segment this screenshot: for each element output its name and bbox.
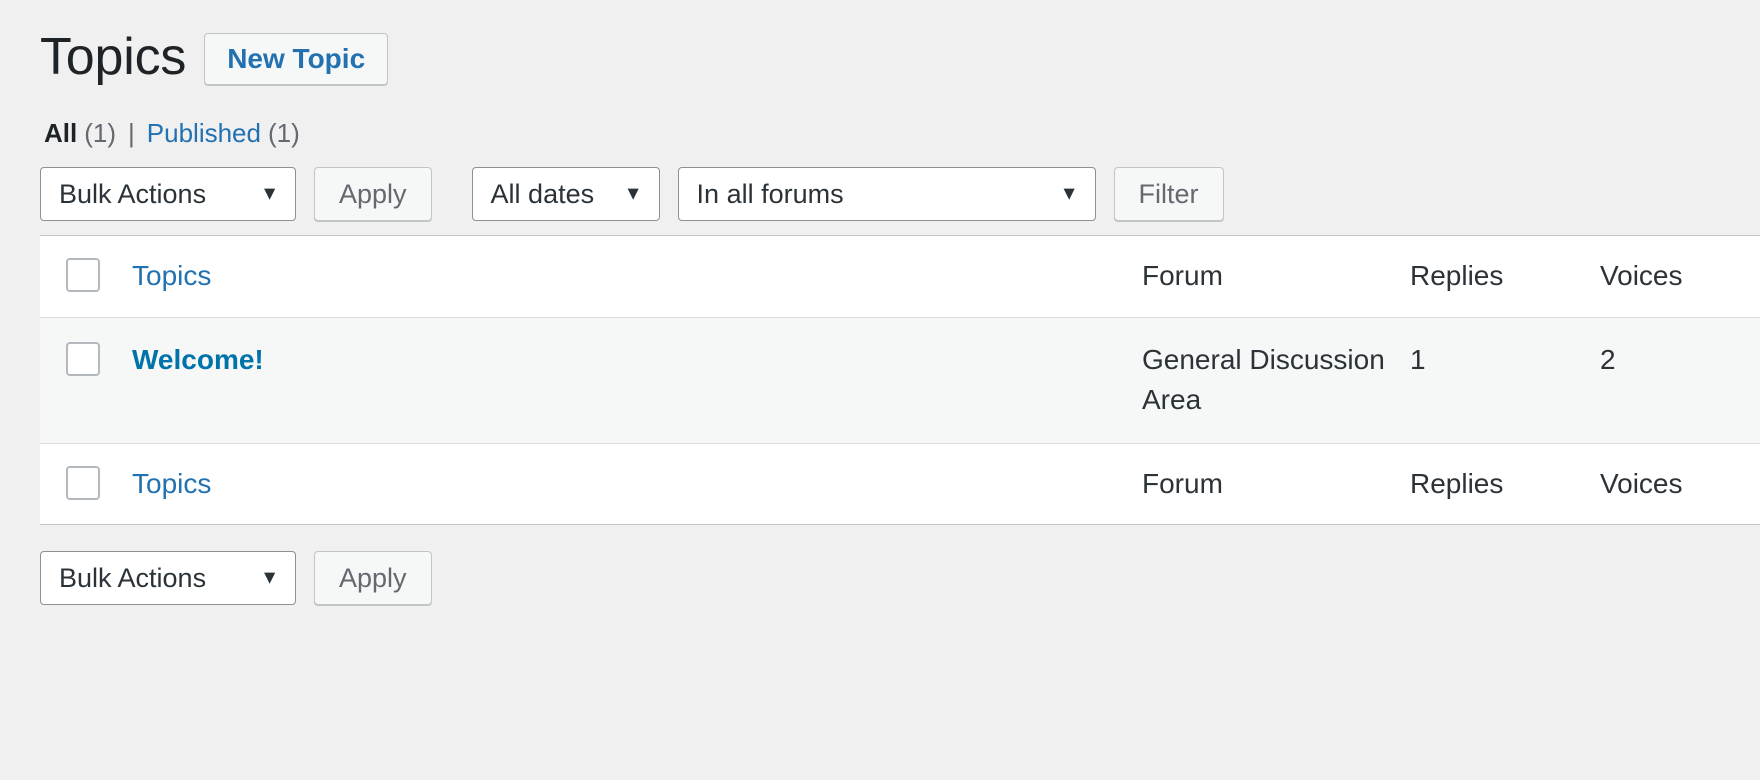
bulk-actions-select-top-value: Bulk Actions [59, 179, 206, 210]
table-header-row: Topics Forum Replies Voices [40, 236, 1760, 318]
column-header-replies: Replies [1410, 236, 1600, 318]
row-replies-cell: 1 [1410, 317, 1600, 443]
view-all-link[interactable]: All [44, 118, 77, 149]
column-footer-topics-link[interactable]: Topics [132, 468, 211, 499]
column-header-topics-link[interactable]: Topics [132, 260, 211, 291]
views-separator: | [128, 118, 135, 149]
tablenav-bottom: Bulk Actions ▼ Apply [0, 551, 1760, 605]
column-footer-forum: Forum [1142, 443, 1410, 525]
chevron-down-icon: ▼ [260, 185, 279, 204]
bulk-actions-select-bottom-value: Bulk Actions [59, 563, 206, 594]
row-checkbox[interactable] [66, 342, 100, 376]
table-head: Topics Forum Replies Voices [40, 236, 1760, 318]
column-footer-voices: Voices [1600, 443, 1760, 525]
forum-filter-select[interactable]: In all forums ▼ [678, 167, 1096, 221]
column-header-topics: Topics [132, 236, 1142, 318]
select-all-checkbox-bottom[interactable] [66, 466, 100, 500]
filter-button[interactable]: Filter [1114, 167, 1224, 221]
select-all-header [40, 236, 132, 318]
select-all-footer [40, 443, 132, 525]
page-title: Topics [40, 30, 186, 85]
column-footer-replies: Replies [1410, 443, 1600, 525]
bulk-actions-select-top[interactable]: Bulk Actions ▼ [40, 167, 296, 221]
table-footer-row: Topics Forum Replies Voices [40, 443, 1760, 525]
view-published: Published(1) [147, 118, 300, 149]
select-all-checkbox-top[interactable] [66, 258, 100, 292]
table-body: Welcome! General Discussion Area 1 2 [40, 317, 1760, 443]
row-select-cell [40, 317, 132, 443]
row-forum-cell: General Discussion Area [1142, 317, 1410, 443]
apply-button-top[interactable]: Apply [314, 167, 432, 221]
topics-table: Topics Forum Replies Voices Welcome! Gen… [40, 235, 1760, 525]
admin-page: Topics New Topic All(1) | Published(1) B… [0, 0, 1760, 780]
column-header-forum: Forum [1142, 236, 1410, 318]
tablenav-top: Bulk Actions ▼ Apply All dates ▼ In all … [0, 167, 1760, 221]
new-topic-button[interactable]: New Topic [204, 33, 388, 85]
date-filter-select-value: All dates [491, 179, 595, 210]
topic-title-link[interactable]: Welcome! [132, 344, 264, 375]
table-foot: Topics Forum Replies Voices [40, 443, 1760, 525]
views-separator-item: | [116, 118, 147, 149]
view-all-count: (1) [84, 118, 116, 149]
column-footer-topics: Topics [132, 443, 1142, 525]
forum-filter-select-value: In all forums [697, 179, 844, 210]
view-published-count: (1) [268, 118, 300, 149]
chevron-down-icon: ▼ [1060, 185, 1079, 204]
page-header: Topics New Topic [0, 0, 1760, 96]
view-all: All(1) [44, 118, 116, 149]
date-filter-select[interactable]: All dates ▼ [472, 167, 660, 221]
view-published-link[interactable]: Published [147, 118, 261, 149]
chevron-down-icon: ▼ [624, 185, 643, 204]
apply-button-bottom[interactable]: Apply [314, 551, 432, 605]
row-title-cell: Welcome! [132, 317, 1142, 443]
column-header-voices: Voices [1600, 236, 1760, 318]
table-row: Welcome! General Discussion Area 1 2 [40, 317, 1760, 443]
chevron-down-icon: ▼ [260, 569, 279, 588]
views-filter-list: All(1) | Published(1) [44, 118, 1760, 149]
bulk-actions-select-bottom[interactable]: Bulk Actions ▼ [40, 551, 296, 605]
row-voices-cell: 2 [1600, 317, 1760, 443]
